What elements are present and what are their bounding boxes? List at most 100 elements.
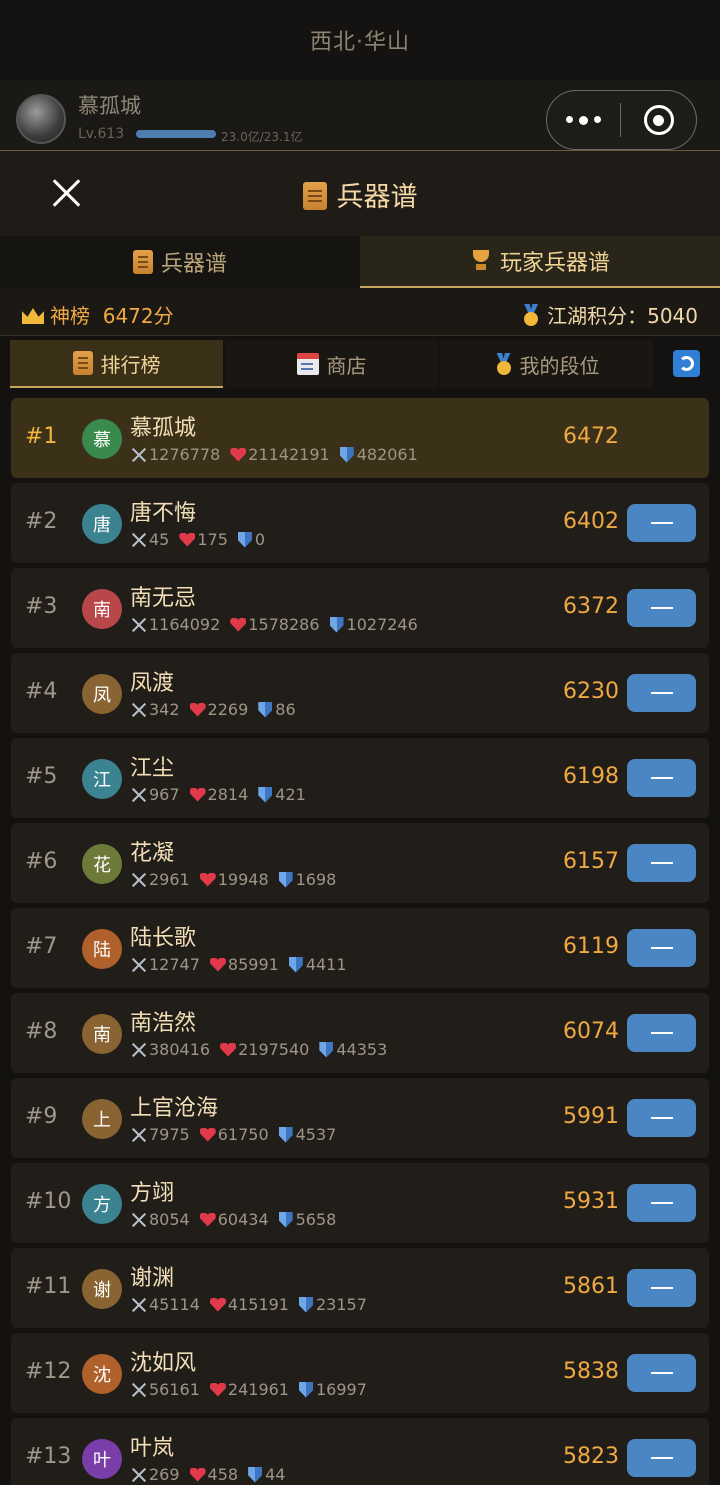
tab-label: 兵器谱 bbox=[160, 252, 227, 277]
player-avatar: 谢 bbox=[82, 1269, 122, 1309]
shield-icon bbox=[237, 531, 252, 548]
defense-stat: 482061 bbox=[339, 445, 418, 464]
ranking-row[interactable]: #5 江江尘 967 2814 421 6198 bbox=[11, 738, 709, 818]
defense-stat: 16997 bbox=[298, 1380, 367, 1399]
tab-shop[interactable]: 商店 bbox=[225, 340, 438, 388]
calendar-icon bbox=[296, 353, 319, 375]
challenge-button[interactable] bbox=[627, 1014, 696, 1052]
xp-text: 23.0亿/23.1亿 bbox=[221, 130, 303, 144]
defense-value: 23157 bbox=[315, 1295, 367, 1314]
player-name: 方翊 bbox=[130, 1181, 175, 1206]
more-icon[interactable] bbox=[547, 115, 620, 125]
ranking-row[interactable]: #1 慕慕孤城 1276778 21142191 482061 6472 bbox=[11, 398, 709, 478]
ranking-row[interactable]: #7 陆陆长歌 12747 85991 4411 6119 bbox=[11, 908, 709, 988]
swords-icon bbox=[130, 447, 148, 463]
heart-icon bbox=[189, 1467, 206, 1482]
ranking-row[interactable]: #11 谢谢渊 45114 415191 23157 5861 bbox=[11, 1248, 709, 1328]
player-name: 南无忌 bbox=[130, 586, 197, 611]
swords-icon bbox=[130, 872, 148, 888]
hp-value: 415191 bbox=[227, 1295, 289, 1314]
challenge-button[interactable] bbox=[627, 1099, 696, 1137]
challenge-button[interactable] bbox=[627, 1184, 696, 1222]
challenge-button[interactable] bbox=[627, 759, 696, 797]
scroll-icon bbox=[302, 182, 327, 210]
attack-stat: 45114 bbox=[130, 1295, 200, 1314]
hp-stat: 61750 bbox=[199, 1125, 269, 1144]
hp-stat: 21142191 bbox=[230, 445, 330, 464]
tab-player-weapon-list[interactable]: 玩家兵器谱 bbox=[360, 236, 720, 288]
rank-number: #3 bbox=[25, 594, 58, 619]
attack-stat: 7975 bbox=[130, 1125, 190, 1144]
ranking-row[interactable]: #6 花花凝 2961 19948 1698 6157 bbox=[11, 823, 709, 903]
shield-icon bbox=[319, 1041, 334, 1058]
challenge-button[interactable] bbox=[627, 1354, 696, 1392]
challenge-button[interactable] bbox=[627, 589, 696, 627]
player-score: 5861 bbox=[563, 1274, 619, 1299]
shield-icon bbox=[288, 956, 303, 973]
attack-stat: 45 bbox=[130, 530, 169, 549]
player-score: 6198 bbox=[563, 764, 619, 789]
defense-stat: 0 bbox=[237, 530, 265, 549]
player-name: 凤渡 bbox=[130, 671, 175, 696]
player-score: 6119 bbox=[563, 934, 619, 959]
ranking-row[interactable]: #9 上上官沧海 7975 61750 4537 5991 bbox=[11, 1078, 709, 1158]
tab-my-rank[interactable]: 我的段位 bbox=[440, 340, 653, 388]
modal-header: 兵器谱 bbox=[0, 150, 720, 236]
defense-value: 5658 bbox=[295, 1210, 337, 1229]
swords-icon bbox=[130, 957, 148, 973]
ranking-row[interactable]: #2 唐唐不悔 45 175 0 6402 bbox=[11, 483, 709, 563]
player-stats: 45114 415191 23157 bbox=[130, 1295, 377, 1314]
challenge-button[interactable] bbox=[627, 504, 696, 542]
defense-value: 44353 bbox=[336, 1040, 388, 1059]
rank-number: #2 bbox=[25, 509, 58, 534]
tab-leaderboard[interactable]: 排行榜 bbox=[10, 340, 223, 388]
avatar[interactable] bbox=[16, 94, 66, 144]
player-name: 花凝 bbox=[130, 841, 175, 866]
ranking-row[interactable]: #3 南南无忌 1164092 1578286 1027246 6372 bbox=[11, 568, 709, 648]
player-score: 6074 bbox=[563, 1019, 619, 1044]
user-level: Lv.613 bbox=[78, 126, 125, 142]
defense-stat: 4537 bbox=[278, 1125, 336, 1144]
player-avatar: 南 bbox=[82, 1014, 122, 1054]
hp-value: 60434 bbox=[217, 1210, 269, 1229]
shield-icon bbox=[329, 616, 344, 633]
shield-icon bbox=[258, 786, 273, 803]
ranking-row[interactable]: #8 南南浩然 380416 2197540 44353 6074 bbox=[11, 993, 709, 1073]
tab-weapon-list[interactable]: 兵器谱 bbox=[0, 236, 360, 288]
defense-stat: 44 bbox=[248, 1465, 285, 1484]
refresh-button[interactable] bbox=[673, 350, 700, 377]
medal-icon bbox=[494, 353, 514, 375]
player-score: 6230 bbox=[563, 679, 619, 704]
challenge-button[interactable] bbox=[627, 1439, 696, 1477]
attack-value: 45 bbox=[149, 530, 170, 549]
heart-icon bbox=[230, 447, 247, 462]
ranking-list: #1 慕慕孤城 1276778 21142191 482061 6472 #2 唐唐不悔 45 1… bbox=[11, 398, 709, 1485]
attack-stat: 967 bbox=[130, 785, 180, 804]
challenge-button[interactable] bbox=[627, 844, 696, 882]
ranking-row[interactable]: #4 凤凤渡 342 2269 86 6230 bbox=[11, 653, 709, 733]
attack-value: 380416 bbox=[149, 1040, 211, 1059]
player-score: 5823 bbox=[563, 1444, 619, 1469]
challenge-button[interactable] bbox=[627, 1269, 696, 1307]
challenge-button[interactable] bbox=[627, 929, 696, 967]
ranking-row[interactable]: #12 沈沈如风 56161 241961 16997 5838 bbox=[11, 1333, 709, 1413]
player-name: 叶岚 bbox=[130, 1436, 175, 1461]
shield-icon bbox=[278, 871, 293, 888]
swords-icon bbox=[130, 1467, 148, 1483]
hp-stat: 2814 bbox=[189, 785, 248, 804]
challenge-button[interactable] bbox=[627, 674, 696, 712]
attack-value: 8054 bbox=[149, 1210, 190, 1229]
attack-value: 2961 bbox=[149, 870, 190, 889]
hp-stat: 175 bbox=[179, 530, 228, 549]
player-score: 5838 bbox=[563, 1359, 619, 1384]
defense-stat: 5658 bbox=[278, 1210, 337, 1229]
tab-label: 我的段位 bbox=[519, 353, 600, 378]
hp-stat: 2197540 bbox=[220, 1040, 309, 1059]
hp-value: 458 bbox=[207, 1465, 239, 1484]
modal-title: 兵器谱 bbox=[0, 175, 720, 214]
exit-button[interactable] bbox=[621, 105, 696, 135]
hp-value: 85991 bbox=[227, 955, 279, 974]
player-name: 沈如风 bbox=[130, 1351, 197, 1376]
ranking-row[interactable]: #13 叶叶岚 269 458 44 5823 bbox=[11, 1418, 709, 1485]
ranking-row[interactable]: #10 方方翊 8054 60434 5658 5931 bbox=[11, 1163, 709, 1243]
